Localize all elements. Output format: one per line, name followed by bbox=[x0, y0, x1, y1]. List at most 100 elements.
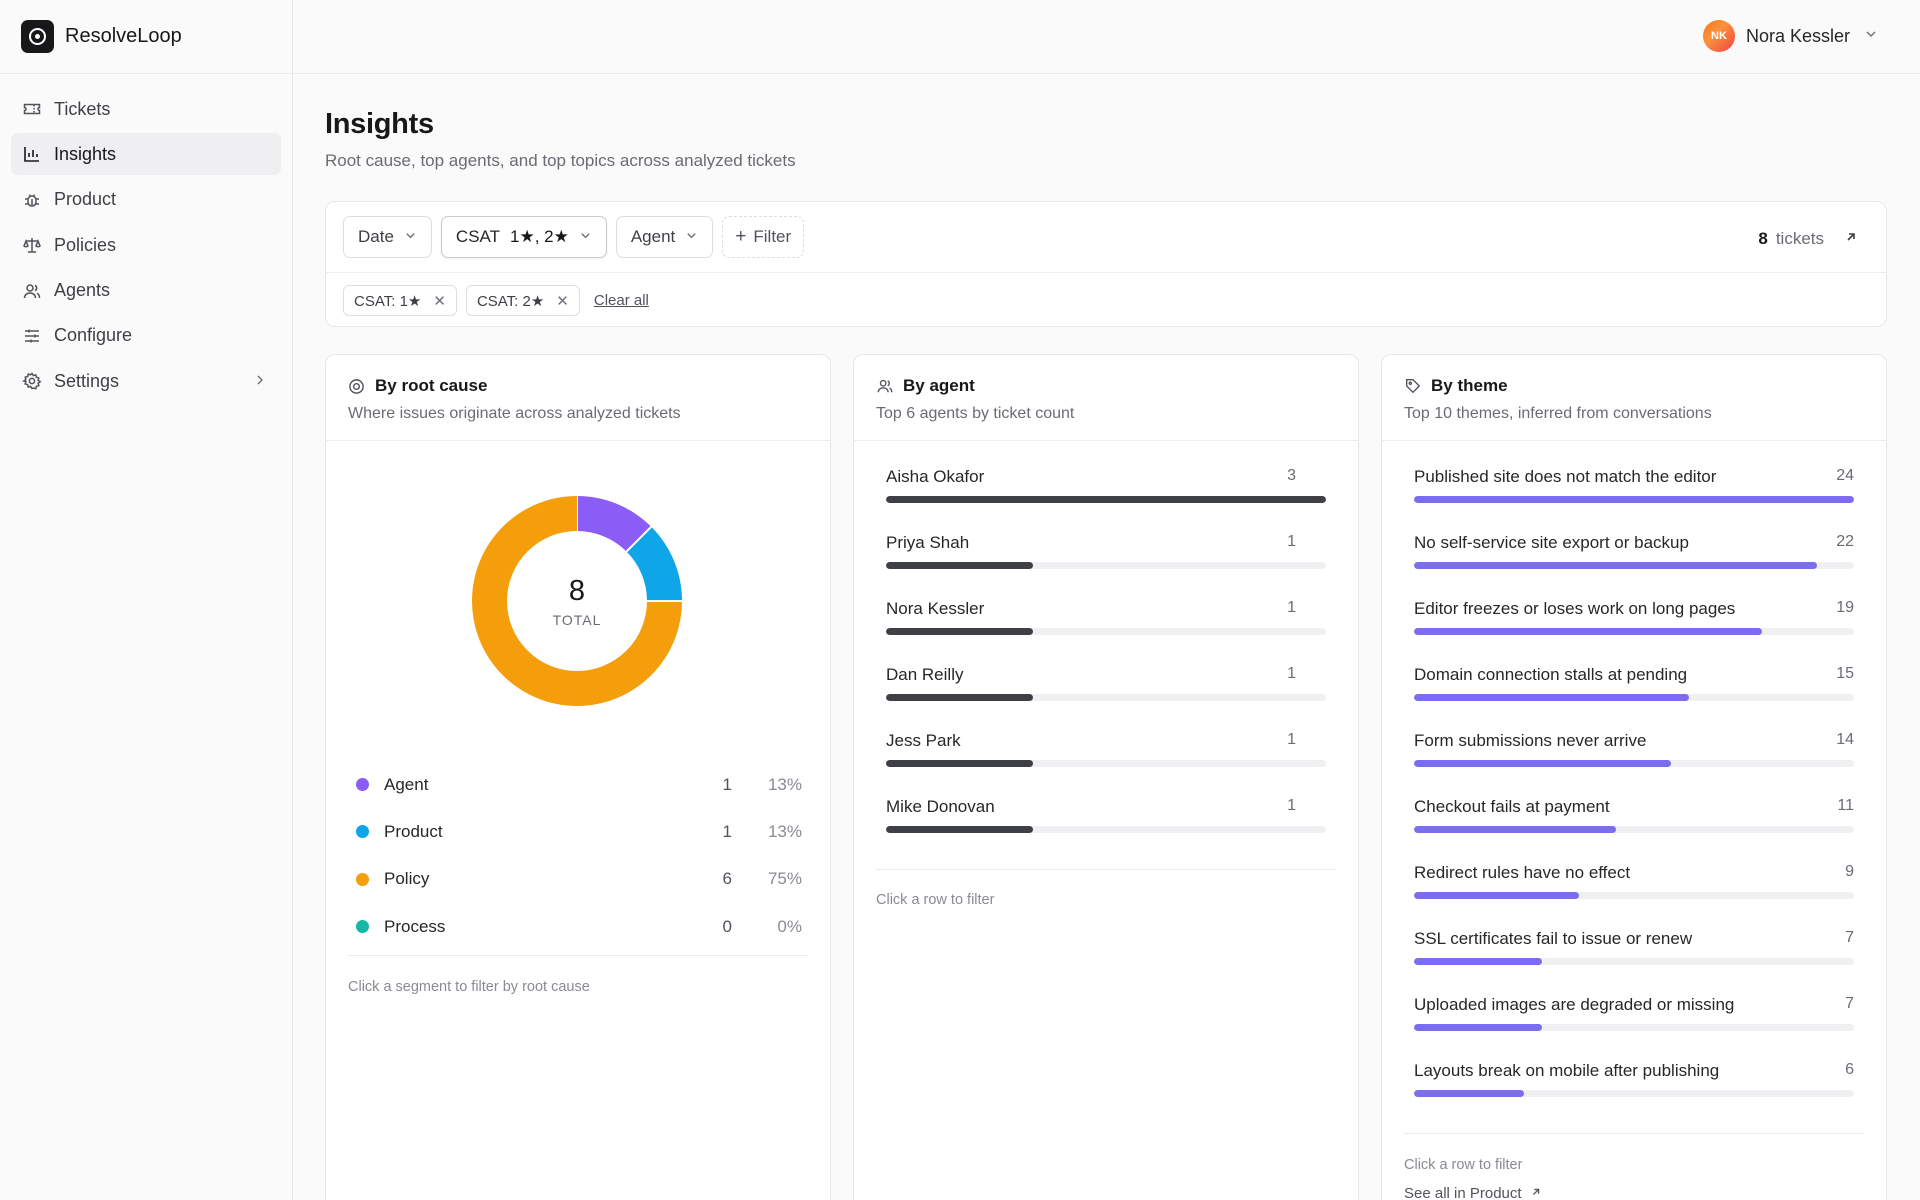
open-external-icon[interactable] bbox=[1844, 229, 1858, 249]
hint-text: Click a row to filter bbox=[876, 892, 995, 908]
bar-track bbox=[886, 628, 1326, 635]
sidebar-item-tickets[interactable]: Tickets bbox=[11, 88, 281, 130]
bar-label: Layouts break on mobile after publishing bbox=[1414, 1061, 1720, 1080]
open-external-icon bbox=[1530, 1185, 1542, 1200]
donut-total-label: TOTAL bbox=[552, 611, 602, 628]
legend-item-process[interactable]: Process 0 0% bbox=[356, 903, 802, 950]
sidebar-item-label: Insights bbox=[54, 143, 117, 164]
topbar: NK Nora Kessler bbox=[293, 0, 1920, 74]
chevron-down-icon bbox=[579, 227, 592, 247]
close-icon[interactable]: ✕ bbox=[433, 292, 446, 310]
bar-row[interactable]: Redirect rules have no effect 9 bbox=[1414, 863, 1854, 929]
bar-row[interactable]: Domain connection stalls at pending 15 bbox=[1414, 665, 1854, 731]
bar-row[interactable]: SSL certificates fail to issue or renew 7 bbox=[1414, 929, 1854, 995]
bar-row[interactable]: No self-service site export or backup 22 bbox=[1414, 533, 1854, 599]
legend-label: Process bbox=[384, 916, 446, 936]
see-all-link[interactable]: See all in Product bbox=[1404, 1185, 1542, 1200]
bar-fill bbox=[1414, 760, 1671, 767]
bar-row[interactable]: Priya Shah 1 bbox=[886, 533, 1326, 599]
bar-track bbox=[886, 760, 1326, 767]
clear-all-link[interactable]: Clear all bbox=[594, 292, 649, 309]
legend-swatch bbox=[356, 778, 369, 792]
card-subtitle: Top 6 agents by ticket count bbox=[876, 405, 1075, 422]
bar-row[interactable]: Mike Donovan 1 bbox=[886, 797, 1326, 863]
page-title: Insights bbox=[325, 108, 434, 140]
donut-total: 8 bbox=[568, 574, 586, 607]
legend-label: Agent bbox=[384, 774, 429, 794]
bar-chart-icon bbox=[22, 144, 42, 164]
bar-row[interactable]: Jess Park 1 bbox=[886, 731, 1326, 797]
sidebar: ResolveLoop Tickets Insights Product Pol… bbox=[0, 0, 293, 1200]
bar-track bbox=[1414, 1090, 1854, 1097]
legend-percent: 13% bbox=[767, 821, 802, 841]
bar-track bbox=[1414, 826, 1854, 833]
ticket-count-value: 8 bbox=[1758, 229, 1768, 248]
add-filter-button[interactable]: + Filter bbox=[722, 216, 805, 258]
bar-label: Checkout fails at payment bbox=[1414, 797, 1610, 816]
see-all-label: See all in Product bbox=[1404, 1185, 1522, 1200]
plus-icon: + bbox=[735, 226, 747, 247]
legend-item-agent[interactable]: Agent 1 13% bbox=[356, 761, 802, 808]
sidebar-item-label: Policies bbox=[54, 234, 117, 255]
sidebar-item-label: Agents bbox=[54, 280, 111, 301]
card-title: By agent bbox=[903, 376, 975, 395]
bar-row[interactable]: Editor freezes or loses work on long pag… bbox=[1414, 599, 1854, 665]
bar-row[interactable]: Dan Reilly 1 bbox=[886, 665, 1326, 731]
ticket-icon bbox=[22, 99, 42, 119]
gear-icon bbox=[22, 371, 42, 391]
sidebar-item-insights[interactable]: Insights bbox=[11, 133, 281, 176]
bar-fill bbox=[1414, 628, 1763, 635]
legend-item-product[interactable]: Product 1 13% bbox=[356, 808, 802, 855]
bar-row[interactable]: Uploaded images are degraded or missing 7 bbox=[1414, 995, 1854, 1061]
bar-row[interactable]: Aisha Okafor 3 bbox=[886, 467, 1326, 533]
filter-chip-csat-1[interactable]: CSAT: 1★ ✕ bbox=[343, 285, 457, 316]
bug-icon bbox=[22, 190, 42, 210]
sidebar-item-label: Product bbox=[54, 189, 117, 210]
legend-item-policy[interactable]: Policy 6 75% bbox=[356, 856, 802, 903]
bar-row[interactable]: Checkout fails at payment 11 bbox=[1414, 797, 1854, 863]
bar-value: 7 bbox=[1845, 929, 1854, 946]
bar-row[interactable]: Nora Kessler 1 bbox=[886, 599, 1326, 665]
donut-chart: 8 TOTAL bbox=[471, 495, 683, 707]
bar-label: Redirect rules have no effect bbox=[1414, 863, 1631, 882]
root-cause-card: By root cause Where issues originate acr… bbox=[325, 354, 831, 1200]
main-content: Insights Root cause, top agents, and top… bbox=[325, 74, 1887, 1200]
close-icon[interactable]: ✕ bbox=[556, 292, 569, 310]
sidebar-item-agents[interactable]: Agents bbox=[11, 270, 281, 312]
bar-label: Nora Kessler bbox=[886, 599, 985, 618]
bar-label: No self-service site export or backup bbox=[1414, 533, 1689, 552]
donut-legend: Agent 1 13% Product 1 13% Policy 6 75% Process 0 0% bbox=[356, 761, 802, 950]
bar-value: 22 bbox=[1836, 533, 1854, 550]
sidebar-item-policies[interactable]: Policies bbox=[11, 224, 281, 266]
chevron-down-icon bbox=[685, 227, 698, 247]
chevron-down-icon bbox=[404, 227, 417, 247]
agent-bar-list: Aisha Okafor 3 Priya Shah 1 Nora Kessler 1 Dan… bbox=[886, 467, 1326, 863]
logo-icon bbox=[21, 20, 54, 53]
bar-row[interactable]: Form submissions never arrive 14 bbox=[1414, 731, 1854, 797]
brand[interactable]: ResolveLoop bbox=[0, 0, 292, 74]
bar-row[interactable]: Layouts break on mobile after publishing… bbox=[1414, 1061, 1854, 1127]
filter-chip-csat-2[interactable]: CSAT: 2★ ✕ bbox=[465, 285, 580, 316]
bar-value: 1 bbox=[1287, 599, 1296, 616]
users-icon bbox=[876, 377, 894, 395]
legend-swatch bbox=[356, 920, 369, 934]
csat-filter-button[interactable]: CSAT 1★, 2★ bbox=[440, 216, 607, 258]
sidebar-item-settings[interactable]: Settings bbox=[11, 360, 281, 402]
bar-fill bbox=[886, 694, 1033, 701]
bar-fill bbox=[886, 826, 1033, 833]
sidebar-item-product[interactable]: Product bbox=[11, 179, 281, 221]
sidebar-item-label: Settings bbox=[54, 370, 120, 391]
date-filter-button[interactable]: Date bbox=[343, 216, 432, 258]
sidebar-item-label: Configure bbox=[54, 325, 133, 346]
bar-value: 7 bbox=[1845, 995, 1854, 1012]
sidebar-item-configure[interactable]: Configure bbox=[11, 315, 281, 357]
bar-row[interactable]: Published site does not match the editor… bbox=[1414, 467, 1854, 533]
bar-value: 15 bbox=[1836, 665, 1854, 682]
user-menu[interactable]: NK Nora Kessler bbox=[1702, 20, 1878, 52]
agent-filter-button[interactable]: Agent bbox=[615, 216, 714, 258]
bar-track bbox=[1414, 958, 1854, 965]
divider bbox=[326, 272, 1886, 273]
bar-value: 14 bbox=[1836, 731, 1854, 748]
bar-fill bbox=[886, 628, 1033, 635]
legend-count: 1 bbox=[722, 821, 732, 841]
